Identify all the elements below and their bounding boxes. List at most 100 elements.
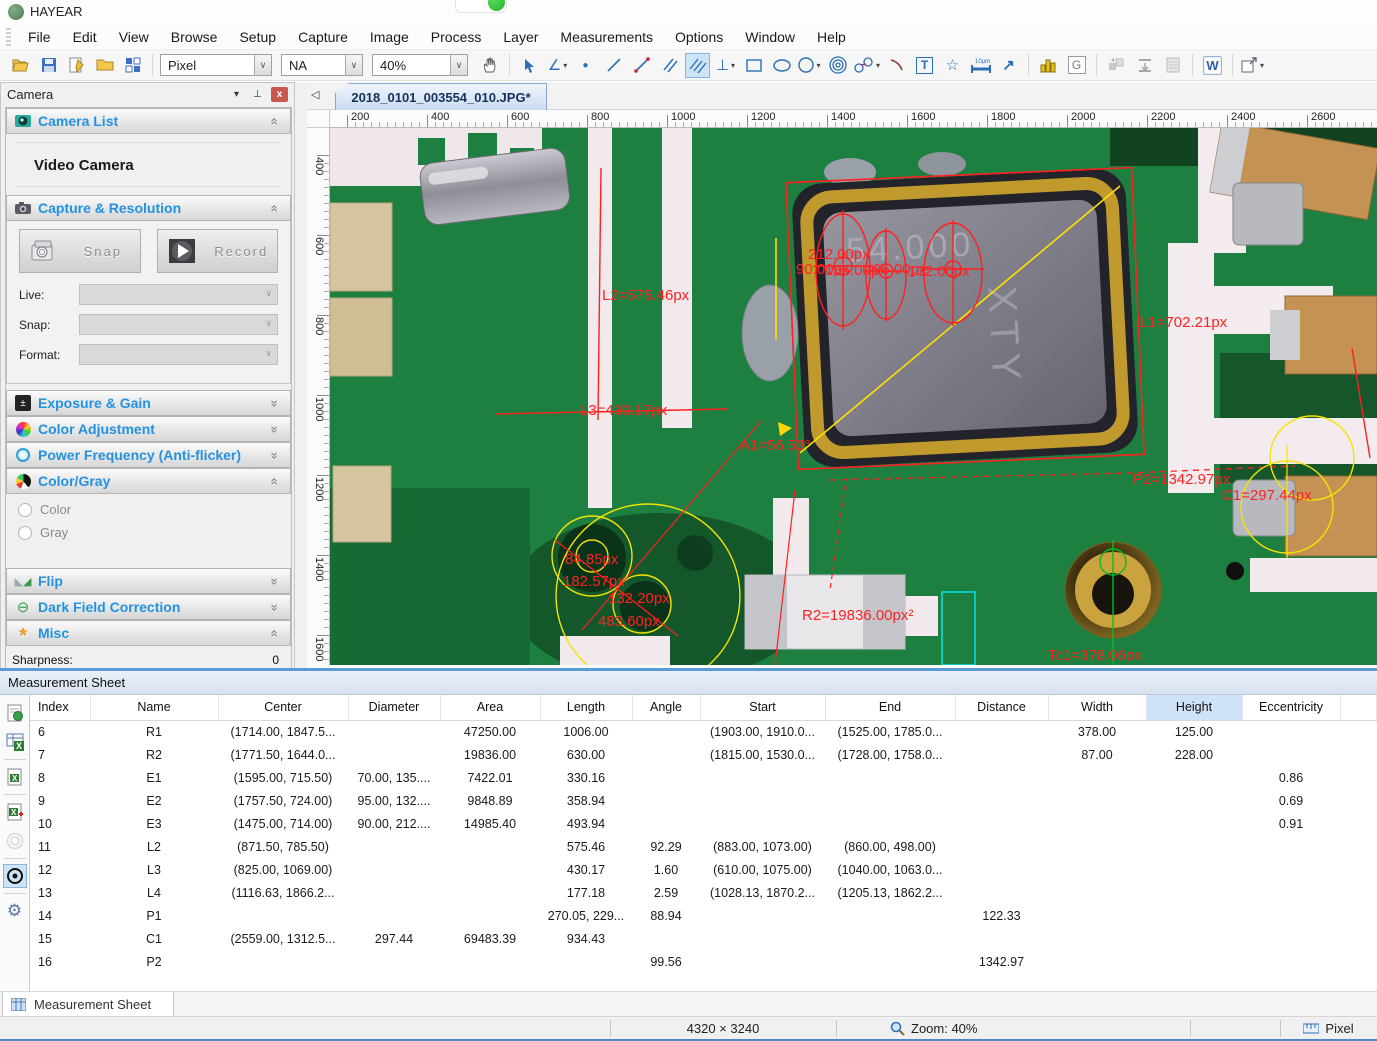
camera-device-name[interactable]: Video Camera — [16, 142, 281, 187]
concentric-circles-tool-icon[interactable] — [825, 53, 850, 78]
annotation-l1[interactable]: L1=702.21px — [1140, 314, 1228, 331]
snap-dropdown[interactable] — [79, 314, 278, 335]
na-dropdown[interactable]: NA∨ — [281, 54, 363, 76]
color-radio-row[interactable]: Color — [6, 494, 291, 517]
table-row[interactable]: 14P1270.05, 229...88.94122.33 — [30, 904, 1377, 927]
expand-icon[interactable]: » — [268, 422, 283, 436]
table-row[interactable]: 15C1(2559.00, 1312.5...297.4469483.39934… — [30, 927, 1377, 950]
star-tool-icon[interactable]: ☆ — [940, 53, 965, 78]
annotation-c-diameter-4[interactable]: 483.60px — [598, 613, 660, 630]
text-tool-icon[interactable]: T — [912, 53, 937, 78]
col-start[interactable]: Start — [700, 695, 825, 720]
section-capture-resolution[interactable]: Capture & Resolution « — [6, 195, 291, 221]
excel-table-icon[interactable]: X — [3, 730, 27, 754]
ellipse-tool-icon[interactable] — [769, 53, 794, 78]
folder-icon[interactable] — [92, 53, 117, 78]
section-color-gray[interactable]: Color/Gray « — [6, 468, 291, 494]
expand-icon[interactable]: » — [268, 396, 283, 410]
section-camera-list[interactable]: Camera List « — [6, 108, 291, 134]
perpendicular-tool-icon[interactable]: ⊥▾ — [713, 53, 738, 78]
angle-tool-icon[interactable]: ∠▾ — [545, 53, 570, 78]
circle-tool-icon[interactable]: ▾ — [797, 53, 822, 78]
panel-close-icon[interactable]: x — [271, 87, 288, 102]
annotation-r2[interactable]: R2=19836.00px² — [802, 607, 913, 624]
unit-dropdown[interactable]: Pixel∨ — [160, 54, 272, 76]
annotation-c1[interactable]: C1=297.44px — [1222, 487, 1312, 504]
panel-splitter[interactable] — [295, 82, 307, 672]
new-window-icon[interactable]: ▾ — [1240, 53, 1265, 78]
measurement-sheet-tab[interactable]: Measurement Sheet — [2, 992, 174, 1018]
table-row[interactable]: 16P299.561342.97 — [30, 950, 1377, 973]
col-diameter[interactable]: Diameter — [348, 695, 440, 720]
gray-radio-row[interactable]: Gray — [6, 517, 291, 540]
hatch-tool-icon[interactable] — [685, 53, 710, 78]
arc-tool-icon[interactable] — [884, 53, 909, 78]
table-row[interactable]: 9E2(1757.50, 724.00)95.00, 132....9848.8… — [30, 789, 1377, 812]
menu-edit[interactable]: Edit — [62, 26, 108, 48]
annotation-l2[interactable]: L2=575.46px — [602, 287, 690, 304]
edit-image-icon[interactable] — [64, 53, 89, 78]
col-height[interactable]: Height — [1146, 695, 1242, 720]
annotation-l3[interactable]: L3=430.17px — [580, 402, 668, 419]
menu-help[interactable]: Help — [806, 26, 857, 48]
table-row[interactable]: 6R1(1714.00, 1847.5...47250.001006.00(19… — [30, 720, 1377, 743]
annotation-tc1[interactable]: Tc1=378.06px — [1048, 647, 1142, 664]
expand-icon[interactable]: » — [268, 574, 283, 588]
center-point-icon[interactable] — [3, 864, 27, 888]
ring-tool-icon[interactable] — [3, 829, 27, 853]
report-icon[interactable] — [1160, 53, 1185, 78]
col-area[interactable]: Area — [440, 695, 540, 720]
menu-file[interactable]: File — [17, 26, 62, 48]
tab-scroll-left-icon[interactable]: ◁ — [311, 88, 319, 101]
menu-setup[interactable]: Setup — [228, 26, 287, 48]
batch-icon[interactable] — [120, 53, 145, 78]
gain-icon[interactable]: G — [1064, 53, 1089, 78]
gray-radio[interactable] — [18, 526, 32, 540]
section-color-adjustment[interactable]: Color Adjustment » — [6, 416, 291, 442]
excel-append-icon[interactable]: X — [3, 800, 27, 824]
import-icon[interactable] — [1132, 53, 1157, 78]
col-angle[interactable]: Angle — [632, 695, 700, 720]
panel-pin-icon[interactable]: ⊥ — [250, 87, 265, 102]
col-end[interactable]: End — [825, 695, 955, 720]
report-export-icon[interactable] — [3, 701, 27, 725]
record-button[interactable]: Record — [157, 229, 279, 273]
menu-capture[interactable]: Capture — [287, 26, 359, 48]
col-name[interactable]: Name — [90, 695, 218, 720]
parallel-tool-icon[interactable] — [657, 53, 682, 78]
color-radio[interactable] — [18, 503, 32, 517]
annotation-c-diameter-3[interactable]: 132.20px — [608, 590, 670, 607]
menu-options[interactable]: Options — [664, 26, 734, 48]
section-dark-field[interactable]: ⊖ Dark Field Correction » — [6, 594, 291, 620]
snap-button[interactable]: Snap — [19, 229, 141, 273]
table-row[interactable]: 12L3(825.00, 1069.00)430.171.60(610.00, … — [30, 858, 1377, 881]
col-length[interactable]: Length — [540, 695, 632, 720]
collapse-icon[interactable]: « — [268, 114, 283, 128]
arrow-tool-icon[interactable]: ↗ — [996, 53, 1021, 78]
pointer-tool-icon[interactable] — [517, 53, 542, 78]
excel-export-icon[interactable]: X — [3, 765, 27, 789]
table-row[interactable]: 7R2(1771.50, 1644.0...19836.00630.00(181… — [30, 743, 1377, 766]
point-tool-icon[interactable]: ● — [573, 53, 598, 78]
save-icon[interactable] — [36, 53, 61, 78]
section-exposure-gain[interactable]: ± Exposure & Gain » — [6, 390, 291, 416]
col-width[interactable]: Width — [1048, 695, 1146, 720]
transfer-icon[interactable] — [1104, 53, 1129, 78]
pan-hand-icon[interactable] — [477, 53, 502, 78]
collapse-icon[interactable]: « — [268, 474, 283, 488]
menu-measurements[interactable]: Measurements — [549, 26, 664, 48]
table-row[interactable]: 13L4(1116.63, 1866.2...177.182.59(1028.1… — [30, 881, 1377, 904]
format-dropdown[interactable] — [79, 344, 278, 365]
annotation-c-diameter-2[interactable]: 182.57px — [563, 573, 625, 590]
col-distance[interactable]: Distance — [955, 695, 1048, 720]
line-tool-icon[interactable] — [601, 53, 626, 78]
section-misc[interactable]: * Misc « — [6, 620, 291, 646]
document-tab[interactable]: 2018_0101_003554_010.JPG* — [335, 83, 547, 110]
menu-process[interactable]: Process — [420, 26, 493, 48]
rectangle-tool-icon[interactable] — [741, 53, 766, 78]
section-flip[interactable]: ◣◢ Flip » — [6, 568, 291, 594]
annotation-e-diameter-5[interactable]: 132.00px — [908, 263, 970, 280]
annotation-p2[interactable]: P2=1342.97px — [1133, 471, 1231, 488]
settings-gear-icon[interactable]: ⚙ — [3, 899, 27, 923]
open-icon[interactable] — [8, 53, 33, 78]
